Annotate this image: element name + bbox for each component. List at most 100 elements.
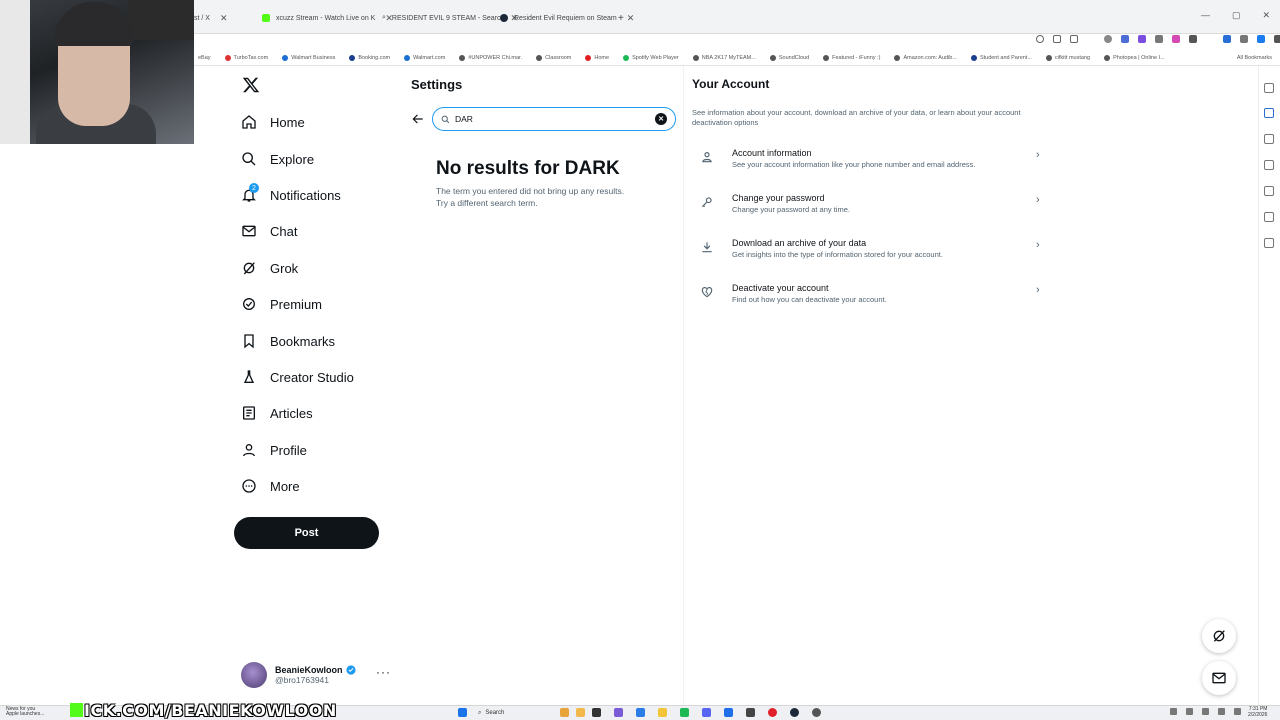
taskbar-app-icon[interactable]	[576, 708, 585, 717]
bookmark-item[interactable]: eBay	[198, 55, 211, 61]
sidebar-icon[interactable]	[1223, 35, 1231, 43]
nav-item-grok[interactable]: Grok	[240, 259, 298, 277]
news-widget[interactable]: News for you Apple launches...	[6, 707, 44, 717]
nav-item-premium[interactable]: Premium	[240, 295, 322, 313]
bookmark-item[interactable]: Amazon.com: Audib...	[894, 54, 957, 61]
settings-search-field[interactable]: ✕	[432, 107, 676, 131]
network-icon[interactable]	[1186, 708, 1193, 715]
bookmark-item[interactable]: SoundCloud	[769, 54, 809, 61]
nav-item-creator-studio[interactable]: Creator Studio	[240, 368, 354, 386]
account-more-icon[interactable]: ···	[376, 665, 391, 679]
battery-icon[interactable]	[1234, 708, 1241, 715]
taskbar-app-icon[interactable]	[702, 708, 711, 717]
maximize-icon[interactable]: ▢	[1232, 10, 1241, 21]
bookmark-item[interactable]: Photopea | Online I...	[1104, 54, 1165, 61]
extension-icon[interactable]	[1155, 35, 1163, 43]
nav-item-bookmarks[interactable]: Bookmarks	[240, 332, 335, 350]
taskbar-app-icon[interactable]	[614, 708, 623, 717]
taskbar-app-icon[interactable]	[812, 708, 821, 717]
nav-item-notifications[interactable]: 2 Notifications	[240, 183, 341, 204]
browser-tab[interactable]: ⌕ RESIDENT EVIL 9 STEAM - Searc ✕	[382, 9, 518, 27]
post-button[interactable]: Post	[234, 517, 379, 549]
shield-icon[interactable]	[1257, 35, 1265, 43]
file-explorer-icon[interactable]	[658, 708, 667, 717]
taskbar-app-icon[interactable]	[592, 708, 601, 717]
sidebar-tool-icon[interactable]	[1264, 83, 1274, 93]
bookmark-item[interactable]: Featured - iFunny :)	[823, 54, 880, 61]
sidebar-tool-icon[interactable]	[1264, 134, 1274, 144]
extension-icon[interactable]	[1104, 35, 1112, 43]
zoom-icon[interactable]	[1036, 35, 1044, 43]
bookmark-item[interactable]: Classroom	[536, 54, 571, 61]
sidebar-tool-icon[interactable]	[1264, 108, 1274, 118]
bookmark-item[interactable]: TurboTax.com	[224, 54, 268, 61]
taskbar-app-icon[interactable]	[724, 708, 733, 717]
taskbar-app-icon[interactable]	[746, 708, 755, 717]
bookmark-item[interactable]: Booking.com	[349, 54, 390, 61]
minimize-icon[interactable]: —	[1201, 10, 1210, 21]
nav-item-chat[interactable]: Chat	[240, 222, 297, 240]
menu-icon[interactable]	[1274, 35, 1280, 43]
sidebar-tool-icon[interactable]	[1264, 238, 1274, 248]
browser-tab-active[interactable]: st / X ✕	[194, 9, 228, 27]
browser-tab[interactable]: Resident Evil Requiem on Steam ✕	[500, 9, 634, 27]
sidebar-tool-icon[interactable]	[1264, 186, 1274, 196]
wifi-icon[interactable]	[1202, 708, 1209, 715]
column-divider	[683, 66, 684, 720]
chevron-up-icon[interactable]	[1170, 708, 1177, 715]
settings-search-input[interactable]	[455, 114, 645, 124]
verified-badge-icon	[345, 665, 356, 675]
clear-search-icon[interactable]: ✕	[655, 113, 667, 125]
nav-item-explore[interactable]: Explore	[240, 150, 314, 168]
account-information-row[interactable]: Account information See your account inf…	[692, 148, 1048, 188]
taskbar-app-icon[interactable]	[636, 708, 645, 717]
opera-icon[interactable]	[768, 708, 777, 717]
deactivate-account-row[interactable]: Deactivate your account Find out how you…	[692, 283, 1048, 323]
nav-item-more[interactable]: More	[240, 477, 300, 495]
close-tab-icon[interactable]: ✕	[220, 13, 228, 24]
taskbar-app-icon[interactable]	[680, 708, 689, 717]
nav-item-articles[interactable]: Articles	[240, 404, 313, 422]
grok-fab-button[interactable]	[1202, 619, 1236, 653]
nav-label: Grok	[270, 260, 299, 276]
cast-icon[interactable]	[1053, 35, 1061, 43]
row-description: See your account information like your p…	[732, 160, 976, 169]
bookmark-item[interactable]: NBA 2K17 MyTEAM...	[692, 54, 756, 61]
back-arrow-icon[interactable]	[411, 112, 425, 126]
volume-icon[interactable]	[1218, 708, 1225, 715]
extension-icon[interactable]	[1172, 35, 1180, 43]
bookmark-item[interactable]: Spotify Web Player	[623, 54, 679, 61]
sidebar-tool-icon[interactable]	[1264, 212, 1274, 222]
taskbar-search[interactable]: ⌕ Search	[478, 708, 544, 718]
windows-start-icon[interactable]	[458, 708, 467, 717]
taskbar-app-icon[interactable]	[560, 708, 569, 717]
change-password-row[interactable]: Change your password Change your passwor…	[692, 193, 1048, 233]
bookmark-item[interactable]: Walmart Business	[282, 54, 335, 61]
profile-icon[interactable]	[1240, 35, 1248, 43]
x-logo-icon[interactable]	[242, 76, 260, 94]
bookmark-item[interactable]: cifkitt mustang	[1045, 54, 1090, 61]
star-icon[interactable]	[1070, 35, 1078, 43]
nav-item-profile[interactable]: Profile	[240, 441, 307, 459]
download-archive-row[interactable]: Download an archive of your data Get ins…	[692, 238, 1048, 278]
sidebar-tool-icon[interactable]	[1264, 160, 1274, 170]
extension-icon[interactable]	[1138, 35, 1146, 43]
bookmark-item[interactable]: Student and Parent...	[970, 54, 1032, 61]
taskbar-clock[interactable]: 7:31 PM 2/2/2026	[1248, 706, 1267, 718]
extension-icon[interactable]	[1189, 35, 1197, 43]
nav-label: Explore	[270, 151, 315, 167]
close-tab-icon[interactable]: ✕	[627, 13, 635, 24]
bookmark-item[interactable]: Home	[585, 54, 609, 61]
bookmark-item[interactable]: #UNPOWER Chi.mar.	[459, 54, 522, 61]
messages-fab-button[interactable]	[1202, 661, 1236, 695]
steam-icon[interactable]	[790, 708, 799, 717]
nav-item-home[interactable]: Home	[240, 113, 305, 131]
nav-label: More	[270, 478, 300, 494]
browser-tab[interactable]: xcuzz Stream - Watch Live on K ✕	[262, 9, 393, 27]
close-window-icon[interactable]: ✕	[1262, 10, 1270, 21]
new-tab-button[interactable]: +	[618, 9, 624, 27]
extension-icon[interactable]	[1121, 35, 1129, 43]
all-bookmarks-button[interactable]: All Bookmarks	[1237, 55, 1280, 61]
bookmark-item[interactable]: Walmart.com	[404, 54, 445, 61]
account-switcher[interactable]: BeanieKowloon @bro1763941 ···	[241, 661, 391, 689]
